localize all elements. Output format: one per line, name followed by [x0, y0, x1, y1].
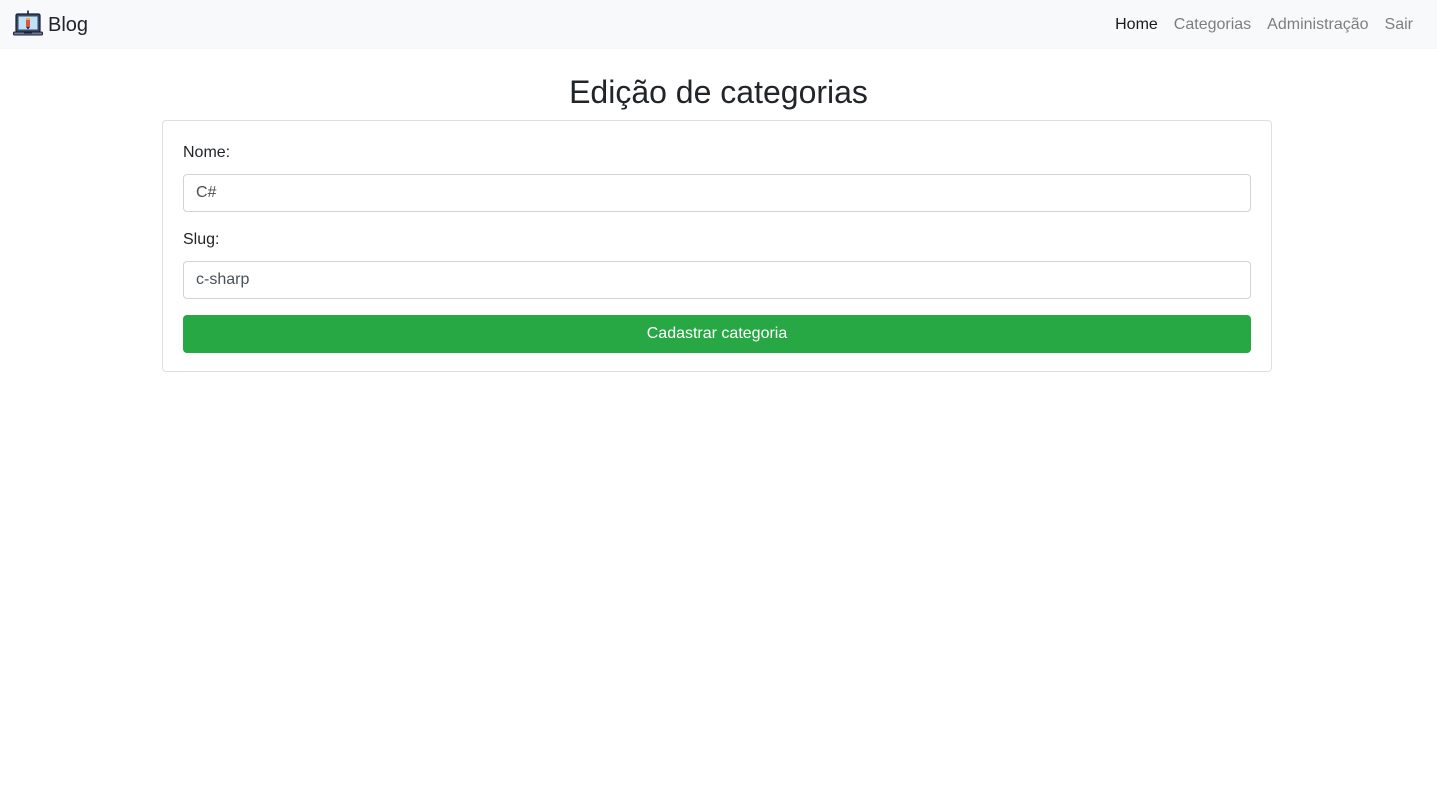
laptop-icon [12, 9, 44, 41]
brand-text: Blog [48, 13, 89, 36]
category-edit-form: Nome: Slug: Cadastrar categoria [162, 120, 1272, 372]
nav-link-home[interactable]: Home [1115, 15, 1158, 35]
nav-link-categorias[interactable]: Categorias [1174, 15, 1251, 35]
name-input[interactable] [183, 174, 1251, 212]
nav-link-administracao[interactable]: Administração [1267, 15, 1368, 35]
navbar: Blog Home Categorias Administração Sair [0, 0, 1437, 49]
page-title: Edição de categorias [569, 74, 868, 110]
brand-link[interactable]: Blog [12, 9, 88, 41]
nav-link-sair[interactable]: Sair [1385, 15, 1413, 35]
slug-label: Slug: [183, 231, 220, 248]
nav-links: Home Categorias Administração Sair [1099, 15, 1413, 35]
slug-input[interactable] [183, 261, 1251, 299]
submit-category-button[interactable]: Cadastrar categoria [183, 315, 1251, 353]
name-field-group: Nome: [183, 141, 1251, 212]
slug-field-group: Slug: [183, 228, 1251, 299]
name-label: Nome: [183, 144, 231, 161]
